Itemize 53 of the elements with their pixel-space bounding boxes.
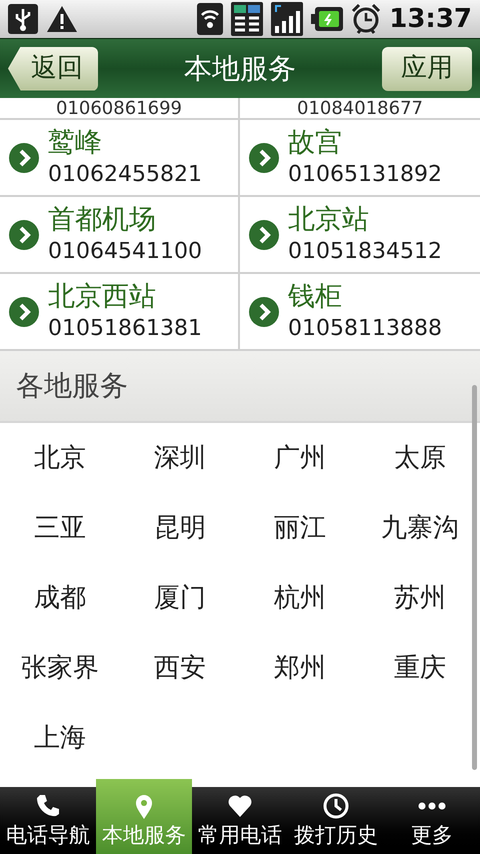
tab[interactable]: 拨打历史 (288, 787, 384, 854)
city-link[interactable]: 三亚 (34, 508, 86, 548)
city-link[interactable]: 上海 (34, 718, 86, 758)
city-link[interactable]: 郑州 (274, 648, 326, 688)
service-name: 首都机场 (48, 202, 157, 236)
service-name: 北京西站 (48, 280, 157, 314)
service-name: 北京站 (288, 202, 370, 236)
city-link[interactable]: 广州 (274, 438, 326, 478)
status-time: 13:37 (389, 2, 472, 36)
tab[interactable]: 常用电话 (192, 787, 288, 854)
more-icon (418, 802, 446, 810)
service-name: 钱柜 (288, 280, 343, 314)
service-item[interactable]: 鹫峰 01062455821 (0, 120, 240, 197)
data-signal-icon (231, 2, 264, 36)
city-link[interactable]: 昆明 (154, 508, 206, 548)
city-link[interactable]: 厦门 (154, 578, 206, 618)
city-link[interactable]: 北京 (34, 438, 86, 478)
phone-number: 01084018677 (297, 98, 423, 118)
phone-number: 01064541100 (48, 238, 202, 266)
city-link[interactable]: 九寨沟 (381, 508, 459, 548)
alarm-clock-icon (351, 3, 382, 35)
phone-number: 01062455821 (48, 160, 202, 188)
city-link[interactable]: 丽江 (274, 508, 326, 548)
signal-icon (271, 2, 304, 36)
phone-number: 01060861699 (56, 98, 182, 118)
wifi-icon (197, 3, 224, 35)
phone-number: 01065131892 (288, 160, 442, 188)
section-header: 各地服务 (0, 351, 480, 423)
service-item[interactable]: 北京站 01051834512 (240, 197, 480, 274)
city-link[interactable]: 成都 (34, 578, 86, 618)
city-link[interactable]: 杭州 (274, 578, 326, 618)
usb-icon (8, 4, 38, 34)
tab[interactable]: 电话导航 (0, 787, 96, 854)
service-name: 鹫峰 (48, 126, 103, 160)
city-link[interactable]: 重庆 (394, 648, 446, 688)
warning-icon (46, 5, 78, 33)
city-link[interactable]: 苏州 (394, 578, 446, 618)
service-item[interactable]: 首都机场 01064541100 (0, 197, 240, 274)
service-item[interactable]: 故宫 01065131892 (240, 120, 480, 197)
phone-number: 01051861381 (48, 314, 202, 342)
city-link[interactable]: 深圳 (154, 438, 206, 478)
battery-icon (311, 6, 344, 32)
city-link[interactable]: 太原 (394, 438, 446, 478)
clock-icon (322, 792, 350, 820)
city-link[interactable]: 张家界 (21, 648, 99, 688)
phone-number: 01051834512 (288, 238, 442, 266)
apply-button[interactable]: 应用 (382, 46, 472, 90)
city-link[interactable]: 西安 (154, 648, 206, 688)
back-button[interactable]: 返回 (8, 46, 98, 90)
tab[interactable]: 更多 (384, 787, 480, 854)
page-title: 本地服务 (183, 50, 297, 86)
phone-number: 01058113888 (288, 314, 442, 342)
service-name: 故宫 (288, 126, 343, 160)
